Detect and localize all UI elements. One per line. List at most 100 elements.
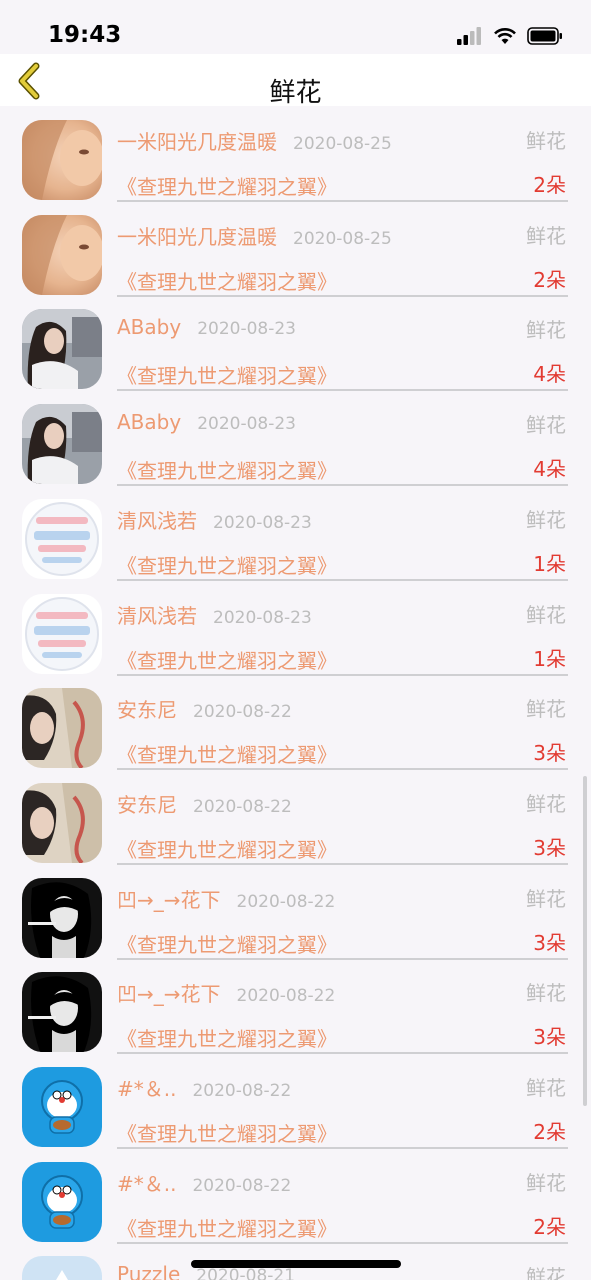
gift-type: 鲜花 <box>526 1170 566 1195</box>
divider <box>117 673 568 676</box>
name-line: #*＆.. 2020-08-22 <box>117 1073 291 1101</box>
book-title[interactable]: 《查理九世之耀羽之翼》 <box>117 266 337 295</box>
gift-type: 鲜花 <box>526 981 566 1006</box>
gift-count: 3朵 <box>533 1025 566 1050</box>
name-line: 一米阳光几度温暖 2020-08-25 <box>117 126 392 154</box>
avatar[interactable] <box>22 972 102 1053</box>
divider <box>117 294 568 297</box>
user-name[interactable]: 一米阳光几度温暖 <box>117 221 277 250</box>
list-item[interactable]: 一米阳光几度温暖 2020-08-25 鲜花 《查理九世之耀羽之翼》 2朵 <box>0 203 591 298</box>
scrollbar[interactable] <box>583 776 587 1106</box>
gift-type: 鲜花 <box>526 697 566 722</box>
gift-type: 鲜花 <box>526 129 566 153</box>
list-item[interactable]: 凹→_→花下 2020-08-22 鲜花《查理九世之耀羽之翼》 3朵 <box>0 960 591 1055</box>
gift-date: 2020-08-22 <box>236 986 336 1007</box>
user-name[interactable]: ABaby <box>117 410 181 434</box>
avatar[interactable] <box>22 1161 102 1242</box>
user-name[interactable]: 安东尼 <box>117 694 177 723</box>
divider <box>117 389 568 392</box>
divider <box>117 578 568 581</box>
book-title[interactable]: 《查理九世之耀羽之翼》 <box>117 739 337 768</box>
divider <box>117 957 568 960</box>
book-title[interactable]: 《查理九世之耀羽之翼》 <box>117 645 337 674</box>
gift-date: 2020-08-23 <box>197 414 296 435</box>
gift-date: 2020-08-22 <box>193 796 292 817</box>
user-name[interactable]: #*＆.. <box>117 1073 176 1102</box>
gift-type: 鲜花 <box>526 1265 566 1280</box>
gift-date: 2020-08-25 <box>293 134 392 154</box>
gift-date: 2020-08-25 <box>293 228 392 249</box>
user-name[interactable]: 一米阳光几度温暖 <box>117 126 277 155</box>
gift-count: 2朵 <box>533 267 566 292</box>
user-name[interactable]: #*＆.. <box>117 1168 176 1197</box>
book-title[interactable]: 《查理九世之耀羽之翼》 <box>117 1118 337 1147</box>
gift-type: 鲜花 <box>526 413 566 438</box>
book-title[interactable]: 《查理九世之耀羽之翼》 <box>117 171 337 200</box>
name-line: 安东尼 2020-08-22 <box>117 789 292 817</box>
gift-type: 鲜花 <box>526 507 566 532</box>
avatar[interactable] <box>22 1256 102 1280</box>
list-item[interactable]: 一米阳光几度温暖 2020-08-25 鲜花《查理九世之耀羽之翼》 2朵 <box>0 108 591 203</box>
divider <box>117 1052 568 1055</box>
name-line: ABaby 2020-08-23 <box>117 315 296 343</box>
book-title[interactable]: 《查理九世之耀羽之翼》 <box>117 550 337 579</box>
list-item[interactable]: #*＆.. 2020-08-22 鲜花 《查理九世之耀羽之翼》 2朵 <box>0 1055 591 1150</box>
divider <box>117 768 568 771</box>
list-item[interactable]: 安东尼 2020-08-22 鲜花 《查理九世之耀羽之翼》 3朵 <box>0 771 591 866</box>
gift-count: 3朵 <box>533 741 566 766</box>
avatar[interactable] <box>22 120 102 200</box>
book-title[interactable]: 《查理九世之耀羽之翼》 <box>117 929 337 958</box>
book-title[interactable]: 《查理九世之耀羽之翼》 <box>117 1023 337 1052</box>
gift-date: 2020-08-23 <box>213 607 312 628</box>
gift-count: 4朵 <box>533 362 566 387</box>
wifi-icon <box>494 28 516 44</box>
list-item[interactable]: ABaby 2020-08-23 鲜花 《查理九世之耀羽之翼》 4朵 <box>0 297 591 392</box>
avatar[interactable] <box>22 688 102 769</box>
avatar[interactable] <box>22 593 102 674</box>
divider <box>117 862 568 865</box>
user-name[interactable]: 安东尼 <box>117 789 177 818</box>
avatar[interactable] <box>22 782 102 863</box>
user-name[interactable]: ABaby <box>117 315 181 339</box>
user-name[interactable]: Puzzle <box>117 1262 180 1280</box>
gift-type: 鲜花 <box>526 791 566 816</box>
avatar[interactable] <box>22 498 102 579</box>
list-item[interactable]: #*＆.. 2020-08-22 鲜花 《查理九世之耀羽之翼》 2朵 <box>0 1150 591 1245</box>
gift-type: 鲜花 <box>526 602 566 627</box>
book-title[interactable]: 《查理九世之耀羽之翼》 <box>117 834 337 863</box>
user-name[interactable]: 凹→_→花下 <box>117 978 221 1007</box>
list-item[interactable]: 安东尼 2020-08-22 鲜花 《查理九世之耀羽之翼》 3朵 <box>0 676 591 771</box>
gift-date: 2020-08-21 <box>196 1266 296 1280</box>
name-line: 清风浅若 2020-08-23 <box>117 600 312 628</box>
book-title[interactable]: 《查理九世之耀羽之翼》 <box>117 360 337 389</box>
gift-count: 1朵 <box>533 551 566 576</box>
name-line: 一米阳光几度温暖 2020-08-25 <box>117 221 392 249</box>
user-name[interactable]: 清风浅若 <box>117 505 197 534</box>
avatar[interactable] <box>22 1067 102 1147</box>
list-item[interactable]: 清风浅若 2020-08-23 鲜花 《查理九世之耀羽之翼》 1朵 <box>0 487 591 582</box>
avatar[interactable] <box>22 214 102 295</box>
user-name[interactable]: 凹→_→花下 <box>117 884 221 913</box>
gift-date: 2020-08-23 <box>197 319 296 340</box>
avatar[interactable] <box>22 309 102 390</box>
gift-type: 鲜花 <box>526 1076 566 1100</box>
home-indicator[interactable] <box>191 1260 401 1268</box>
nav-bar: 鲜花 <box>0 54 591 108</box>
avatar[interactable] <box>22 877 102 958</box>
gift-count: 2朵 <box>533 173 566 197</box>
status-icons <box>457 27 563 45</box>
divider <box>117 1241 568 1244</box>
gift-count: 4朵 <box>533 457 566 482</box>
gift-date: 2020-08-22 <box>192 1081 292 1101</box>
avatar[interactable] <box>22 404 102 485</box>
name-line: 凹→_→花下 2020-08-22 <box>117 884 335 912</box>
list-item[interactable]: 清风浅若 2020-08-23 鲜花 《查理九世之耀羽之翼》 1朵 <box>0 582 591 677</box>
flower-record-list[interactable]: 一米阳光几度温暖 2020-08-25 鲜花 《查理九世之耀羽之翼》 2朵 一米阳光几度温… <box>0 106 591 1280</box>
user-name[interactable]: 清风浅若 <box>117 600 197 629</box>
book-title[interactable]: 《查理九世之耀羽之翼》 <box>117 455 337 484</box>
divider <box>117 200 568 202</box>
gift-date: 2020-08-22 <box>192 1175 292 1196</box>
list-item[interactable]: 凹→_→花下 2020-08-22 鲜花 《查理九世之耀羽之翼》 3朵 <box>0 866 591 961</box>
list-item[interactable]: ABaby 2020-08-23 鲜花《查理九世之耀羽之翼》 4朵 <box>0 392 591 487</box>
book-title[interactable]: 《查理九世之耀羽之翼》 <box>117 1213 337 1242</box>
